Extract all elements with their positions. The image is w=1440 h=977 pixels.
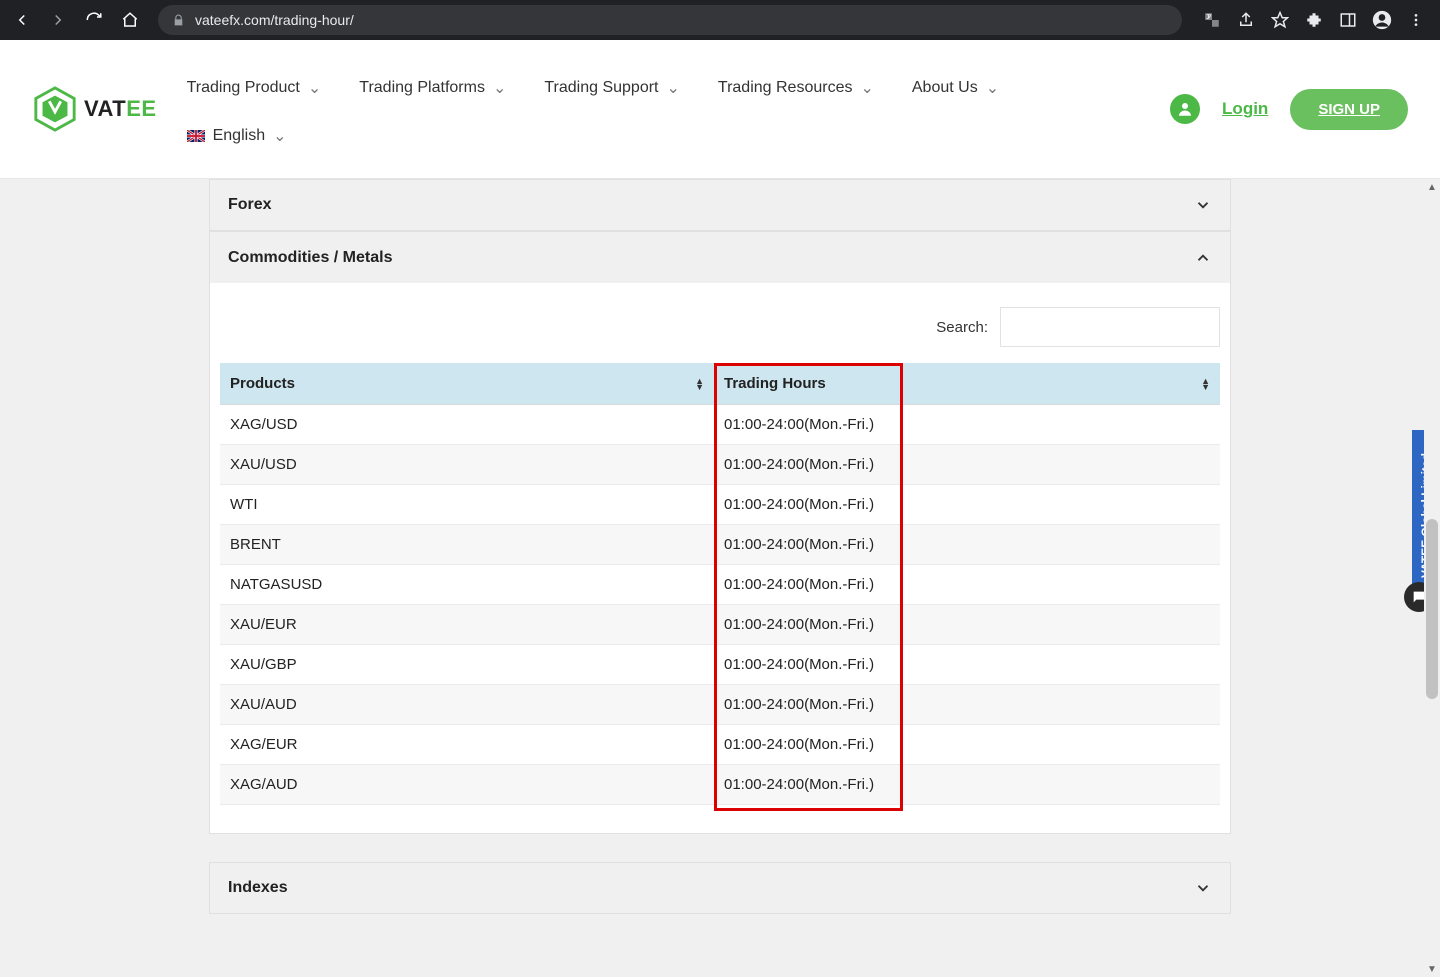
accordion-forex[interactable]: Forex xyxy=(209,179,1231,231)
page-header: VATEE Trading Product⌄ Trading Platforms… xyxy=(0,40,1440,179)
cell-product: XAU/USD xyxy=(220,445,714,485)
reload-button[interactable] xyxy=(80,6,108,34)
chevron-up-icon xyxy=(1194,249,1212,267)
chevron-down-icon: ⌄ xyxy=(666,78,679,98)
table-row: XAG/AUD01:00-24:00(Mon.-Fri.) xyxy=(220,765,1220,805)
table-row: XAG/EUR01:00-24:00(Mon.-Fri.) xyxy=(220,725,1220,765)
table-row: NATGASUSD01:00-24:00(Mon.-Fri.) xyxy=(220,565,1220,605)
table-row: XAU/EUR01:00-24:00(Mon.-Fri.) xyxy=(220,605,1220,645)
nav-trading-resources[interactable]: Trading Resources⌄ xyxy=(718,78,874,98)
share-icon[interactable] xyxy=(1236,10,1256,30)
cell-product: XAU/GBP xyxy=(220,645,714,685)
sort-icon: ▲▼ xyxy=(695,378,704,390)
table-row: XAU/GBP01:00-24:00(Mon.-Fri.) xyxy=(220,645,1220,685)
table-row: WTI01:00-24:00(Mon.-Fri.) xyxy=(220,485,1220,525)
search-label: Search: xyxy=(936,319,988,336)
table-row: BRENT01:00-24:00(Mon.-Fri.) xyxy=(220,525,1220,565)
accordion-indexes[interactable]: Indexes xyxy=(209,862,1231,914)
chevron-down-icon: ⌄ xyxy=(493,78,506,98)
cell-product: WTI xyxy=(220,485,714,525)
home-button[interactable] xyxy=(116,6,144,34)
url-text: vateefx.com/trading-hour/ xyxy=(195,12,354,28)
accordion-content-commodities: Search: Products ▲▼ Trading Hours ▲ xyxy=(209,283,1231,834)
browser-chrome: vateefx.com/trading-hour/ xyxy=(0,0,1440,40)
extensions-icon[interactable] xyxy=(1304,10,1324,30)
language-selector[interactable]: English ⌄ xyxy=(187,126,287,146)
nav-trading-support[interactable]: Trading Support⌄ xyxy=(544,78,680,98)
cell-product: XAU/EUR xyxy=(220,605,714,645)
cell-product: XAG/EUR xyxy=(220,725,714,765)
lock-icon xyxy=(172,14,185,27)
cell-hours: 01:00-24:00(Mon.-Fri.) xyxy=(714,565,1220,605)
url-bar[interactable]: vateefx.com/trading-hour/ xyxy=(158,5,1182,35)
table-row: XAU/USD01:00-24:00(Mon.-Fri.) xyxy=(220,445,1220,485)
chevron-down-icon: ⌄ xyxy=(860,78,873,98)
translate-icon[interactable] xyxy=(1202,10,1222,30)
flag-uk-icon xyxy=(187,130,205,142)
cell-product: BRENT xyxy=(220,525,714,565)
cell-hours: 01:00-24:00(Mon.-Fri.) xyxy=(714,645,1220,685)
back-button[interactable] xyxy=(8,6,36,34)
trading-hours-table: Products ▲▼ Trading Hours ▲▼ XAG/USD01:0… xyxy=(220,363,1220,805)
cell-hours: 01:00-24:00(Mon.-Fri.) xyxy=(714,525,1220,565)
cell-hours: 01:00-24:00(Mon.-Fri.) xyxy=(714,765,1220,805)
scrollbar[interactable]: ▲ ▼ xyxy=(1424,179,1440,977)
chevron-down-icon: ⌄ xyxy=(308,78,321,98)
chrome-right xyxy=(1202,10,1426,30)
logo-icon xyxy=(32,86,78,132)
logo[interactable]: VATEE xyxy=(32,86,157,132)
nav-about-us[interactable]: About Us⌄ xyxy=(912,78,999,98)
cell-product: XAU/AUD xyxy=(220,685,714,725)
chevron-down-icon xyxy=(1194,879,1212,897)
panel-icon[interactable] xyxy=(1338,10,1358,30)
scroll-thumb[interactable] xyxy=(1426,519,1438,699)
menu-icon[interactable] xyxy=(1406,10,1426,30)
cell-product: NATGASUSD xyxy=(220,565,714,605)
chevron-down-icon: ⌄ xyxy=(986,78,999,98)
cell-hours: 01:00-24:00(Mon.-Fri.) xyxy=(714,725,1220,765)
col-products[interactable]: Products ▲▼ xyxy=(220,363,714,405)
accordion-commodities[interactable]: Commodities / Metals xyxy=(209,231,1231,283)
profile-icon[interactable] xyxy=(1372,10,1392,30)
main-nav: Trading Product⌄ Trading Platforms⌄ Trad… xyxy=(187,72,999,146)
forward-button[interactable] xyxy=(44,6,72,34)
cell-hours: 01:00-24:00(Mon.-Fri.) xyxy=(714,485,1220,525)
chevron-down-icon xyxy=(1194,196,1212,214)
cell-hours: 01:00-24:00(Mon.-Fri.) xyxy=(714,605,1220,645)
table-row: XAG/USD01:00-24:00(Mon.-Fri.) xyxy=(220,405,1220,445)
star-icon[interactable] xyxy=(1270,10,1290,30)
cell-product: XAG/AUD xyxy=(220,765,714,805)
scroll-up-arrow[interactable]: ▲ xyxy=(1424,179,1440,195)
nav-trading-product[interactable]: Trading Product⌄ xyxy=(187,78,322,98)
scroll-down-arrow[interactable]: ▼ xyxy=(1424,961,1440,977)
chevron-down-icon: ⌄ xyxy=(273,126,286,146)
col-trading-hours[interactable]: Trading Hours ▲▼ xyxy=(714,363,1220,405)
cell-hours: 01:00-24:00(Mon.-Fri.) xyxy=(714,445,1220,485)
logo-text: VATEE xyxy=(84,96,157,122)
cell-product: XAG/USD xyxy=(220,405,714,445)
cell-hours: 01:00-24:00(Mon.-Fri.) xyxy=(714,405,1220,445)
nav-trading-platforms[interactable]: Trading Platforms⌄ xyxy=(359,78,506,98)
sort-icon: ▲▼ xyxy=(1201,378,1210,390)
login-link[interactable]: Login xyxy=(1222,99,1268,119)
signup-button[interactable]: SIGN UP xyxy=(1290,89,1408,130)
search-input[interactable] xyxy=(1000,307,1220,347)
page-body: Forex Commodities / Metals Search: xyxy=(0,179,1440,977)
cell-hours: 01:00-24:00(Mon.-Fri.) xyxy=(714,685,1220,725)
user-icon[interactable] xyxy=(1170,94,1200,124)
table-row: XAU/AUD01:00-24:00(Mon.-Fri.) xyxy=(220,685,1220,725)
